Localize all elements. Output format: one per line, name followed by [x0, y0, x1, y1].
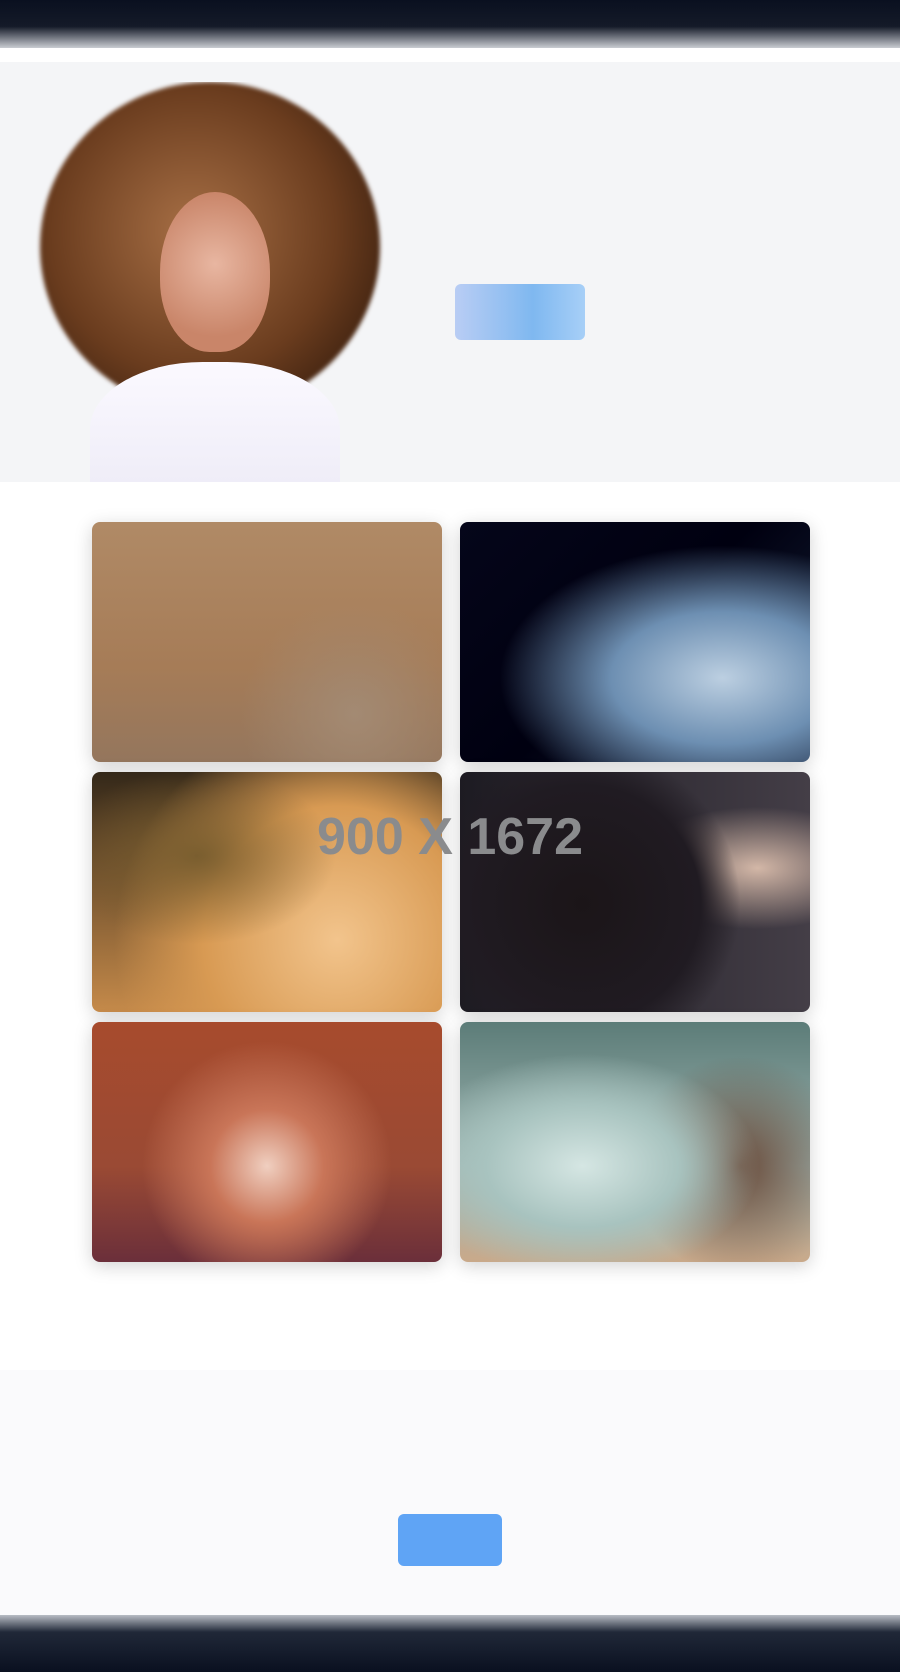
gallery-tile-6[interactable] — [460, 1022, 810, 1262]
gallery-tile-5[interactable] — [92, 1022, 442, 1262]
profile-tagline — [455, 240, 795, 276]
gallery-tile-1[interactable] — [92, 522, 442, 762]
gallery-tile-2[interactable] — [460, 522, 810, 762]
profile-hero — [0, 62, 900, 482]
top-nav-bar — [0, 0, 900, 48]
cta-heading — [295, 1418, 605, 1478]
cta-button[interactable] — [398, 1514, 502, 1566]
portrait-shirt — [90, 362, 340, 482]
placeholder-size-label: 900 X 1672 — [316, 808, 584, 866]
profile-action-button[interactable] — [455, 284, 585, 340]
profile-name-heading — [455, 158, 685, 224]
profile-portrait-image — [30, 82, 400, 482]
footer-bar — [0, 1615, 900, 1672]
call-to-action-section — [0, 1370, 900, 1615]
photo-gallery-grid — [92, 522, 810, 1262]
portrait-face — [160, 192, 270, 352]
